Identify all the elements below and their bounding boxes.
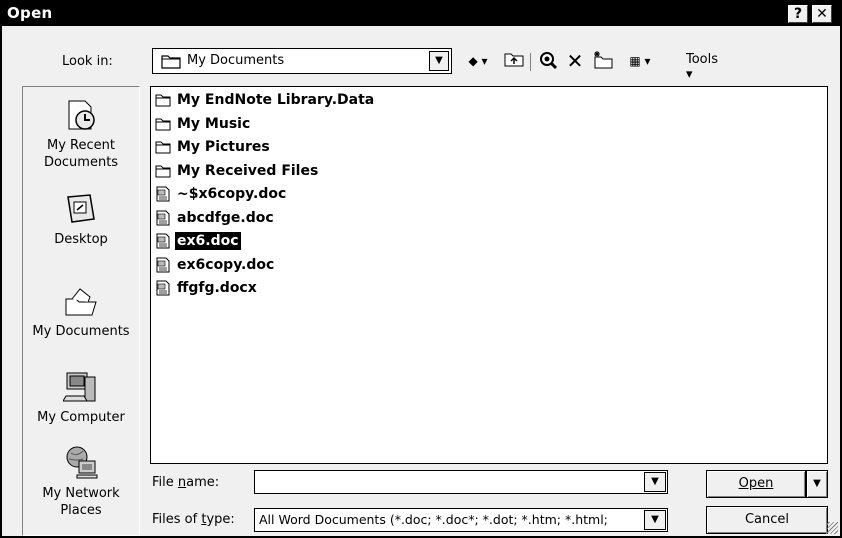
look-in-dropdown[interactable]: My Documents ▼ [152,48,452,74]
word-document-icon [156,210,170,225]
word-document-icon [156,280,170,296]
recent-documents-icon [68,100,95,130]
place-label: Desktop [54,232,108,247]
place-label: My Computer [37,410,125,425]
place-my-documents[interactable]: My Documents [23,283,139,340]
open-dialog: Open ? ✕ Look in: My Documents ▼ ◆ ▾ ✕ ▦… [0,0,842,538]
place-label: My Recent Documents [43,138,119,170]
file-name-text: ex6copy.doc [177,256,275,273]
look-in-label: Look in: [62,54,113,69]
folder-list-item[interactable]: My Music [155,113,252,135]
resize-grip-icon[interactable] [826,522,838,534]
help-button[interactable]: ? [788,5,808,23]
place-my-recent-documents[interactable]: My Recent Documents [23,97,139,171]
file-name-text: My EndNote Library.Data [177,92,375,108]
title-bar[interactable]: Open ? ✕ [2,2,840,26]
desktop-icon [67,194,95,223]
folder-icon [155,165,171,177]
places-bar: My Recent Documents Desktop My Documents [22,86,140,536]
file-list-item[interactable]: ffgfg.docx [155,277,259,299]
network-places-icon [66,446,98,479]
views-icon[interactable]: ▦ ▾ [620,50,660,72]
folder-list-item[interactable]: My EndNote Library.Data [155,89,376,111]
place-label: My Network Places [42,486,120,518]
my-computer-icon [63,372,96,402]
open-button[interactable]: Open [706,470,806,498]
place-desktop[interactable]: Desktop [23,191,139,248]
folder-icon [155,94,171,107]
file-type-label: Files of type: [152,512,235,527]
toolbar-separator [530,53,531,71]
back-icon[interactable]: ◆ ▾ [460,50,496,72]
search-web-icon[interactable] [536,50,560,72]
file-list-item[interactable]: ex6.doc [155,230,241,252]
close-button[interactable]: ✕ [812,5,832,23]
file-list-item[interactable]: ex6copy.doc [155,254,276,276]
open-options-dropdown[interactable]: ▼ [806,470,828,498]
chevron-down-icon[interactable]: ▼ [429,51,449,71]
folder-icon [155,118,171,130]
file-name-text: My Pictures [177,139,270,155]
place-my-computer[interactable]: My Computer [23,369,139,426]
file-list-item[interactable]: abcdfge.doc [155,207,276,229]
file-list[interactable]: My EndNote Library.Data My Music My Pictur… [150,86,828,464]
file-name-input[interactable] [254,470,668,494]
my-documents-icon [65,288,97,316]
tools-menu[interactable]: Tools ▾ [686,52,718,82]
delete-icon[interactable]: ✕ [564,50,586,72]
folder-icon [161,55,181,69]
dialog-title: Open [7,4,53,22]
word-document-icon [156,186,170,202]
up-folder-icon[interactable] [502,50,526,72]
word-document-icon [156,233,170,249]
chevron-down-icon[interactable]: ▼ [644,472,666,492]
look-in-value: My Documents [187,53,285,68]
folder-list-item[interactable]: My Received Files [155,160,320,182]
file-name-text: My Music [177,115,251,132]
chevron-down-icon[interactable]: ▼ [644,510,666,530]
file-name-text: abcdfge.doc [177,209,274,226]
place-label: My Documents [32,324,130,339]
place-my-network-places[interactable]: My Network Places [23,445,139,519]
file-type-select[interactable]: All Word Documents (*.doc; *.doc*; *.dot… [254,508,668,532]
file-name-text: ~$x6copy.doc [177,186,287,202]
folder-icon [155,141,171,154]
file-name-text: ffgfg.docx [177,280,257,296]
file-list-item[interactable]: ~$x6copy.doc [155,183,288,205]
file-name-text: ex6.doc [175,232,241,250]
cancel-button[interactable]: Cancel [706,506,828,534]
open-button-label: Open [738,476,774,491]
file-name-label: File name: [152,475,220,490]
file-name-text: My Received Files [177,162,319,179]
new-folder-icon[interactable] [590,50,616,72]
word-document-icon [156,257,170,272]
folder-list-item[interactable]: My Pictures [155,136,272,158]
